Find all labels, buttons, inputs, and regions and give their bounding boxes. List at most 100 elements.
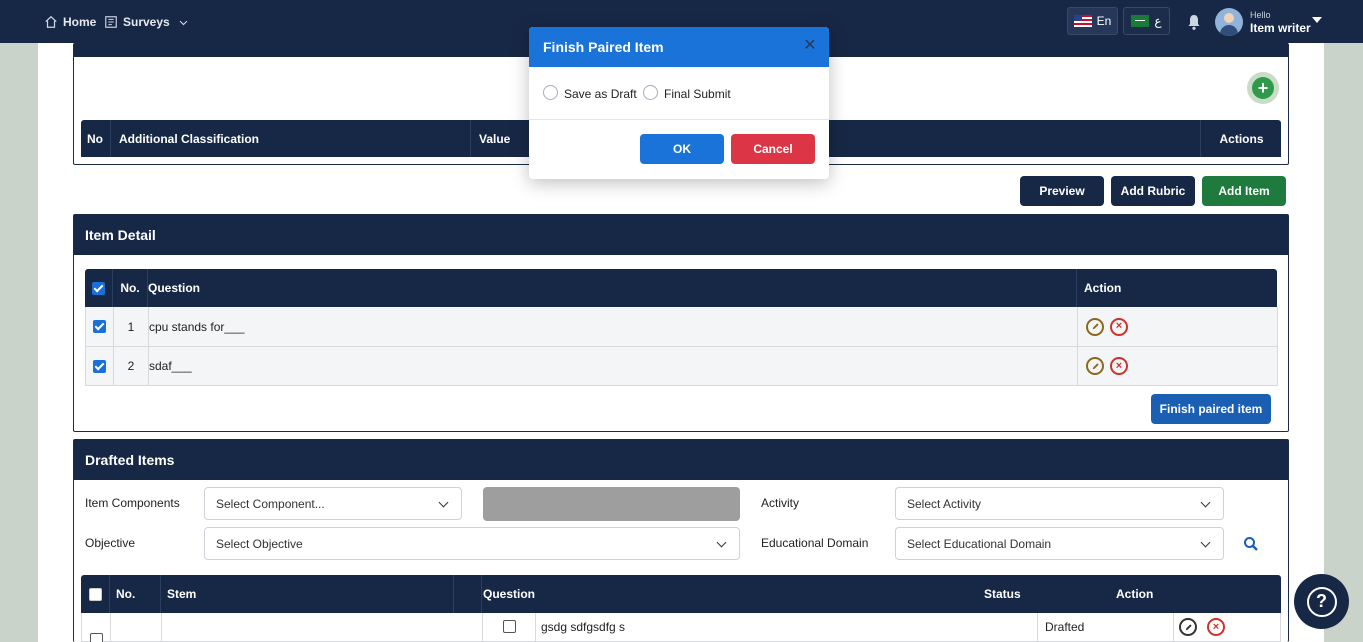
ok-button[interactable]: OK <box>640 134 724 164</box>
row-select-cell <box>86 307 114 346</box>
preview-button[interactable]: Preview <box>1020 176 1104 206</box>
finish-paired-item-button[interactable]: Finish paired item <box>1151 394 1271 424</box>
row-actions: × <box>1086 347 1146 385</box>
user-menu-caret-icon[interactable] <box>1312 17 1322 23</box>
home-icon <box>45 15 57 28</box>
educational-domain-select[interactable]: Select Educational Domain <box>895 527 1224 560</box>
activity-select[interactable]: Select Activity <box>895 487 1224 520</box>
modal-title: Finish Paired Item <box>529 27 829 67</box>
drafted-row-actions: × <box>1179 613 1239 641</box>
col-no: No <box>81 120 111 157</box>
drafted-row-no <box>111 613 162 641</box>
question-mark-icon: ? <box>1306 586 1337 617</box>
drafted-items-title: Drafted Items <box>74 440 1288 480</box>
user-avatar[interactable] <box>1215 8 1243 36</box>
item-components-select[interactable]: Select Component... <box>204 487 462 520</box>
row-select-cell <box>86 347 114 385</box>
col-drafted-question: Question <box>483 587 536 601</box>
finish-paired-item-modal: Finish Paired Item ✕ Save as Draft Final… <box>529 27 829 179</box>
language-english-button[interactable]: En <box>1067 7 1118 35</box>
row-no: 1 <box>114 307 149 346</box>
drafted-row-status: Drafted <box>1038 613 1174 641</box>
us-flag-icon <box>1073 15 1092 27</box>
drafted-row-select-cell <box>82 613 111 642</box>
objective-select[interactable]: Select Objective <box>204 527 740 560</box>
item-components-value: Select Component... <box>216 496 325 511</box>
left-margin <box>0 43 38 642</box>
row-question: cpu stands for___ <box>149 307 1078 346</box>
col-item-question: Question <box>148 269 1077 307</box>
user-greeting: Hello <box>1250 10 1271 20</box>
row-actions: × <box>1086 307 1146 346</box>
drafted-row-option-cell <box>483 613 536 641</box>
modal-divider <box>529 119 829 120</box>
col-actions: Actions <box>1219 131 1264 146</box>
bell-icon[interactable] <box>1186 13 1202 31</box>
drafted-row-question: gsdg sdfgsdfg s <box>536 613 1038 641</box>
chevron-down-icon <box>716 537 727 548</box>
item-components-label: Item Components <box>85 496 180 510</box>
help-button[interactable]: ? <box>1294 574 1349 629</box>
objective-value: Select Objective <box>216 536 303 551</box>
item-detail-table-header: No. Question Action <box>85 269 1277 307</box>
activity-value: Select Activity <box>907 496 982 511</box>
col-drafted-spacer <box>454 575 482 613</box>
chevron-down-icon <box>179 20 188 25</box>
nav-home-label: Home <box>63 15 97 29</box>
row-question: sdaf___ <box>149 347 1078 385</box>
add-classification-button[interactable]: + <box>1247 72 1279 104</box>
col-drafted-no: No. <box>110 575 161 613</box>
user-name[interactable]: Item writer <box>1250 21 1311 35</box>
table-row: 2 sdaf___ × <box>85 347 1278 386</box>
search-icon[interactable] <box>1243 536 1259 552</box>
final-submit-radio[interactable] <box>643 85 658 100</box>
close-icon[interactable]: ✕ <box>803 38 817 54</box>
chevron-down-icon <box>1200 497 1211 508</box>
col-additional-classification: Additional Classification <box>113 120 471 157</box>
drafted-row-stem <box>162 613 483 641</box>
table-row: 1 cpu stands for___ × <box>85 307 1278 347</box>
add-rubric-button[interactable]: Add Rubric <box>1111 176 1195 206</box>
drafted-option-checkbox[interactable] <box>502 620 516 633</box>
col-drafted-stem: Stem <box>161 575 454 613</box>
delete-icon[interactable]: × <box>1110 317 1128 336</box>
sa-flag-icon <box>1131 15 1150 27</box>
edit-icon[interactable] <box>1086 357 1104 375</box>
lang-en-label: En <box>1096 14 1112 28</box>
add-item-button[interactable]: Add Item <box>1202 176 1286 206</box>
disabled-field <box>483 487 740 521</box>
activity-label: Activity <box>761 496 800 510</box>
delete-icon[interactable]: × <box>1207 618 1225 636</box>
chevron-down-icon <box>1200 537 1211 548</box>
select-all-checkbox[interactable] <box>92 281 105 295</box>
select-all-cell <box>85 269 113 307</box>
col-drafted-action: Action <box>1116 587 1154 601</box>
drafted-row-checkbox[interactable] <box>89 632 103 642</box>
educational-domain-value: Select Educational Domain <box>907 536 1052 551</box>
lang-ar-label: ع <box>1154 14 1162 28</box>
chevron-down-icon <box>438 497 449 508</box>
final-submit-label: Final Submit <box>664 87 731 101</box>
row-checkbox[interactable] <box>93 320 106 333</box>
language-arabic-button[interactable]: ع <box>1123 7 1170 35</box>
row-checkbox[interactable] <box>93 359 106 373</box>
drafted-select-all-checkbox[interactable] <box>88 587 102 601</box>
col-item-action: Action <box>1084 281 1122 295</box>
nav-surveys[interactable]: Surveys <box>104 13 189 31</box>
row-no: 2 <box>114 347 149 385</box>
survey-icon <box>105 16 117 28</box>
drafted-table-header: No. Stem Question Status Action <box>81 575 1281 613</box>
cancel-button[interactable]: Cancel <box>731 134 815 164</box>
edit-icon[interactable] <box>1086 317 1104 336</box>
edit-icon[interactable] <box>1179 618 1197 636</box>
plus-icon: + <box>1252 77 1274 99</box>
col-item-no: No. <box>113 269 148 307</box>
table-row: gsdg sdfgsdfg s Drafted × <box>81 613 1281 642</box>
item-detail-title: Item Detail <box>74 215 1288 255</box>
save-as-draft-label: Save as Draft <box>564 87 637 101</box>
drafted-select-all-cell <box>81 575 110 613</box>
educational-domain-label: Educational Domain <box>761 536 869 550</box>
save-as-draft-radio[interactable] <box>543 85 558 100</box>
nav-home[interactable]: Home <box>44 13 96 31</box>
delete-icon[interactable]: × <box>1110 357 1128 375</box>
